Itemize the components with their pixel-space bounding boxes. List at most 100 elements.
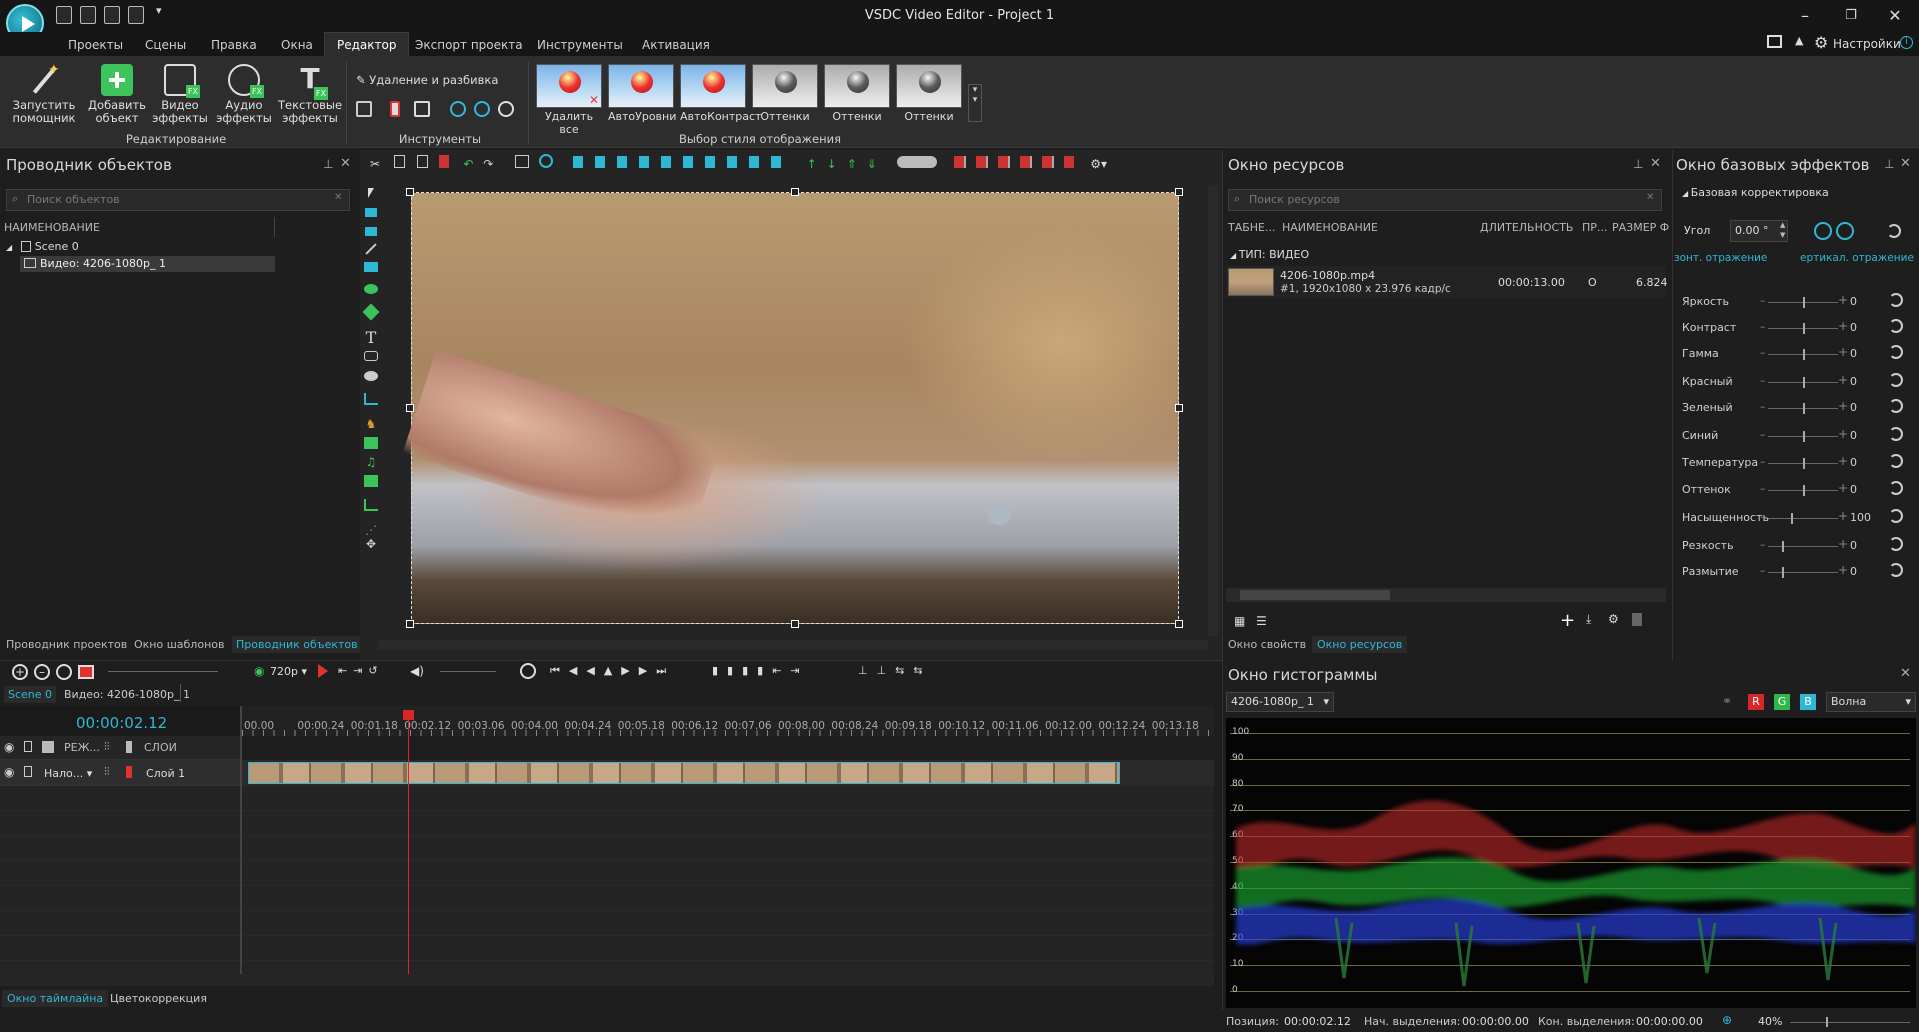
menu-activation[interactable]: Активация bbox=[642, 38, 710, 52]
reset-icon[interactable] bbox=[1889, 345, 1903, 359]
decrease-icon[interactable]: – bbox=[1760, 564, 1766, 577]
menu-windows[interactable]: Окна bbox=[281, 38, 313, 52]
tab-color-correction[interactable]: Цветокоррекция bbox=[110, 992, 207, 1005]
quality-dropdown[interactable]: 720p ▾ bbox=[270, 665, 307, 678]
subtitle-tool-icon[interactable] bbox=[364, 351, 378, 361]
reset-icon[interactable] bbox=[1889, 481, 1903, 495]
cut-icon[interactable]: ✂ bbox=[370, 157, 382, 171]
motion-tool-icon[interactable]: ⋰ bbox=[360, 523, 382, 537]
transport-controls[interactable]: ⏮◀◀▲▶▶⏭ bbox=[550, 664, 675, 678]
panel-close-icon[interactable]: ✕ bbox=[1650, 156, 1661, 171]
style-autocontrast[interactable]: АвтоКонтраст bbox=[680, 64, 761, 123]
increase-icon[interactable]: + bbox=[1838, 319, 1848, 333]
reset-icon[interactable] bbox=[1889, 319, 1903, 333]
zoom-in-icon[interactable]: + bbox=[12, 664, 28, 680]
text-tool-icon[interactable]: T bbox=[360, 328, 382, 347]
resize-handle[interactable] bbox=[406, 620, 414, 628]
decrease-icon[interactable]: – bbox=[1760, 482, 1766, 495]
resize-handle[interactable] bbox=[1175, 620, 1183, 628]
resize-handle[interactable] bbox=[791, 620, 799, 628]
eye-icon[interactable]: ◉ bbox=[4, 765, 14, 779]
increase-icon[interactable]: + bbox=[1838, 373, 1848, 387]
audio-effects-button[interactable]: FX Аудио эффекты bbox=[214, 64, 274, 125]
decrease-icon[interactable]: – bbox=[1760, 538, 1766, 551]
tab-templates[interactable]: Окно шаблонов bbox=[134, 638, 224, 651]
help-icon[interactable]: i bbox=[1900, 36, 1913, 49]
collapse-ribbon-icon[interactable]: ▲ bbox=[1795, 34, 1803, 47]
video-effects-button[interactable]: FX Видео эффекты bbox=[150, 64, 210, 125]
pointer-icon[interactable] bbox=[368, 188, 374, 198]
reset-icon[interactable] bbox=[1889, 563, 1903, 577]
speed-icon[interactable] bbox=[498, 101, 514, 117]
wizard-button[interactable]: ✦ Запустить помощник bbox=[8, 63, 80, 125]
close-icon[interactable]: ✕ bbox=[1880, 6, 1910, 25]
layer-row[interactable] bbox=[0, 760, 240, 786]
polygon-tool-icon[interactable] bbox=[362, 303, 380, 321]
lock-icon[interactable] bbox=[24, 741, 32, 752]
pin-icon[interactable]: ⊥ bbox=[323, 157, 333, 171]
chart-tool-icon[interactable] bbox=[364, 393, 378, 405]
increase-icon[interactable]: + bbox=[1838, 454, 1848, 468]
resize-handle[interactable] bbox=[1175, 188, 1183, 196]
styles-scroll-icon[interactable]: ▾ ▾ bbox=[968, 84, 982, 122]
settings-label[interactable]: Настройки bbox=[1833, 37, 1901, 51]
video-preview[interactable] bbox=[402, 192, 1179, 624]
reset-icon[interactable] bbox=[1889, 399, 1903, 413]
select-all-icon[interactable] bbox=[515, 155, 530, 168]
reset-icon[interactable] bbox=[1889, 454, 1903, 468]
tab-video[interactable]: Видео: 4206-1080p_ 1 bbox=[64, 688, 190, 701]
add-object-button[interactable]: Добавить объект bbox=[86, 64, 148, 125]
timeline-zoom-slider[interactable] bbox=[108, 671, 218, 672]
channel-g-toggle[interactable]: G bbox=[1774, 694, 1790, 710]
zoom-slider-knob[interactable] bbox=[1826, 1017, 1828, 1027]
menu-projects[interactable]: Проекты bbox=[68, 38, 123, 52]
style-autolevels[interactable]: АвтоУровни bbox=[608, 64, 676, 123]
zoom-fit-icon[interactable] bbox=[56, 664, 72, 680]
angle-reset-icon[interactable] bbox=[1887, 224, 1901, 238]
decrease-icon[interactable]: – bbox=[1760, 400, 1766, 413]
ellipse-tool-icon[interactable] bbox=[364, 284, 378, 294]
layer-order-icon[interactable]: ↑↓⇑⇓ bbox=[807, 157, 887, 171]
redo-icon[interactable]: ↷ bbox=[483, 157, 493, 171]
tab-project-explorer[interactable]: Проводник проектов bbox=[6, 638, 127, 651]
resize-handle[interactable] bbox=[791, 188, 799, 196]
view-list-icon[interactable]: ☰ bbox=[1256, 614, 1267, 628]
clock-icon[interactable] bbox=[520, 663, 536, 679]
decrease-icon[interactable]: – bbox=[1760, 455, 1766, 468]
delete-icon[interactable] bbox=[439, 155, 450, 168]
clear-search-icon[interactable]: ✕ bbox=[1646, 192, 1654, 203]
menu-tools[interactable]: Инструменты bbox=[537, 38, 623, 52]
increase-icon[interactable]: + bbox=[1838, 509, 1848, 523]
decrease-icon[interactable]: – bbox=[1760, 510, 1766, 523]
clear-search-icon[interactable]: ✕ bbox=[334, 192, 342, 203]
panel-close-icon[interactable]: ✕ bbox=[1900, 666, 1911, 681]
playhead[interactable] bbox=[408, 710, 409, 974]
paste-icon[interactable] bbox=[416, 155, 428, 168]
marker-controls[interactable]: ▮▮▮▮⇤⇥ bbox=[712, 664, 809, 677]
effect-slider[interactable] bbox=[1768, 518, 1838, 519]
copy-icon[interactable] bbox=[393, 155, 405, 168]
effect-slider-knob[interactable] bbox=[1803, 458, 1805, 469]
record-icon[interactable] bbox=[78, 665, 94, 679]
panel-close-icon[interactable]: ✕ bbox=[1900, 156, 1911, 171]
panel-close-icon[interactable]: ✕ bbox=[340, 156, 351, 171]
reset-icon[interactable] bbox=[1889, 373, 1903, 387]
effect-slider-knob[interactable] bbox=[1803, 431, 1805, 442]
decrease-icon[interactable]: – bbox=[1760, 346, 1766, 359]
crop-tool-icon[interactable] bbox=[356, 101, 372, 117]
effect-slider[interactable] bbox=[1768, 546, 1838, 547]
angle-stepper[interactable]: ▲ ▼ bbox=[1780, 220, 1785, 240]
preview-eye-icon[interactable]: ◉ bbox=[254, 664, 264, 678]
layer-color-icon[interactable] bbox=[126, 741, 132, 753]
rotate-right-icon[interactable] bbox=[474, 101, 490, 117]
volume-icon[interactable]: ◀) bbox=[410, 664, 424, 678]
increase-icon[interactable]: + bbox=[1838, 293, 1848, 307]
add-resource-icon[interactable]: + bbox=[1560, 610, 1575, 631]
pin-icon[interactable]: ⊥ bbox=[1884, 157, 1894, 171]
tab-object-explorer[interactable]: Проводник объектов bbox=[232, 636, 362, 653]
tree-scene[interactable]: ◢ Scene 0 bbox=[6, 240, 79, 253]
effect-slider-knob[interactable] bbox=[1803, 349, 1805, 360]
text-effects-button[interactable]: T FX Текстовые эффекты bbox=[278, 64, 342, 125]
decrease-icon[interactable]: – bbox=[1760, 294, 1766, 307]
reset-icon[interactable] bbox=[1889, 537, 1903, 551]
